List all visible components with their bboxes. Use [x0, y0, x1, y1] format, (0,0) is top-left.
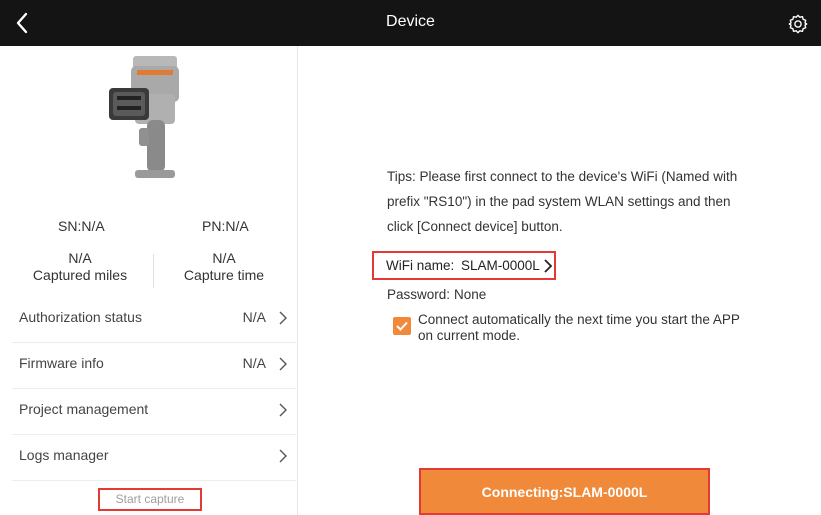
menu-item-firmware-info[interactable]: Firmware info N/A	[0, 342, 298, 388]
wifi-name-label: WiFi name:	[386, 258, 455, 273]
menu-item-label: Project management	[19, 401, 149, 417]
capture-time-stat: N/A Capture time	[164, 250, 284, 284]
top-bar: Device	[0, 0, 821, 46]
capture-time-value: N/A	[212, 250, 236, 266]
connect-device-button[interactable]: Connecting:SLAM-0000L	[419, 468, 710, 515]
settings-button[interactable]	[785, 11, 811, 37]
menu-item-label: Firmware info	[19, 355, 104, 371]
device-image	[109, 56, 179, 178]
chevron-right-icon	[279, 311, 287, 325]
auto-connect-label: Connect automatically the next time you …	[418, 312, 740, 343]
chevron-right-icon	[279, 357, 287, 371]
device-info-panel: SN:N/A PN:N/A N/A Captured miles N/A Cap…	[0, 46, 298, 515]
menu-item-value: N/A	[242, 355, 266, 371]
page-title: Device	[386, 13, 435, 30]
gear-icon	[788, 14, 808, 34]
connection-tips: Tips: Please first connect to the device…	[387, 169, 738, 234]
menu-item-authorization-status[interactable]: Authorization status N/A	[0, 296, 298, 342]
start-capture-button[interactable]: Start capture	[98, 488, 202, 511]
captured-miles-value: N/A	[68, 250, 92, 266]
capture-time-label: Capture time	[183, 267, 265, 283]
menu-item-logs-manager[interactable]: Logs manager	[0, 434, 298, 480]
captured-miles-label: Captured miles	[32, 267, 128, 283]
menu-item-label: Logs manager	[19, 447, 109, 463]
menu-item-project-management[interactable]: Project management	[0, 388, 298, 434]
part-number: PN:N/A	[202, 218, 249, 234]
serial-number: SN:N/A	[58, 218, 105, 234]
captured-miles-stat: N/A Captured miles	[20, 250, 140, 284]
password-label: Password:	[387, 287, 451, 302]
password-value: None	[454, 287, 487, 302]
menu-item-label: Authorization status	[19, 309, 142, 325]
connect-button-label: Connecting:SLAM-0000L	[481, 484, 648, 500]
auto-connect-checkbox[interactable]	[393, 317, 411, 335]
chevron-right-icon[interactable]	[543, 258, 553, 274]
menu-item-value: N/A	[242, 309, 266, 325]
stats-divider	[153, 254, 154, 288]
chevron-right-icon	[279, 449, 287, 463]
wifi-name-value: SLAM-0000L	[461, 258, 540, 273]
password-row: Password: None	[387, 287, 486, 302]
menu-divider	[12, 480, 296, 481]
device-stats: N/A Captured miles N/A Capture time	[0, 250, 298, 294]
chevron-right-icon	[279, 403, 287, 417]
connection-panel: Tips: Please first connect to the device…	[299, 46, 821, 515]
check-icon	[396, 321, 408, 331]
